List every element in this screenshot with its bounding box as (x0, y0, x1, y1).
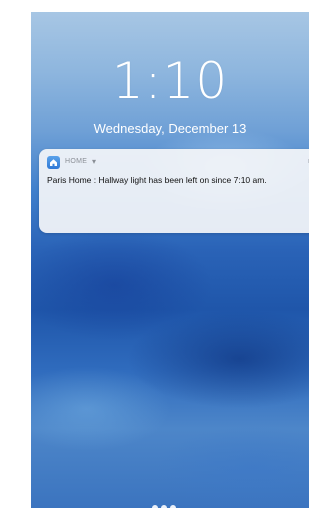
notification-app-name: HOME (65, 158, 88, 165)
bottom-area (31, 494, 309, 508)
house-icon (50, 159, 57, 166)
notification-header: HOME ▾ now (47, 156, 309, 170)
page-background: 1:10 Wednesday, December 13 HOME ▾ now P… (0, 0, 309, 508)
home-app-icon (47, 156, 60, 169)
lock-screen: 1:10 Wednesday, December 13 HOME ▾ now P… (31, 12, 309, 508)
lockscreen-time: 1:10 (111, 52, 229, 110)
page-indicator (152, 498, 192, 508)
lockscreen-date: Wednesday, December 13 (93, 121, 247, 136)
chevron-down-icon: ▾ (92, 157, 97, 166)
status-bar (31, 12, 309, 30)
notification-timestamp: now (308, 158, 309, 165)
notification-message: Paris Home : Hallway light has been left… (47, 175, 267, 185)
notification-card[interactable]: HOME ▾ now Paris Home : Hallway light ha… (39, 149, 309, 233)
